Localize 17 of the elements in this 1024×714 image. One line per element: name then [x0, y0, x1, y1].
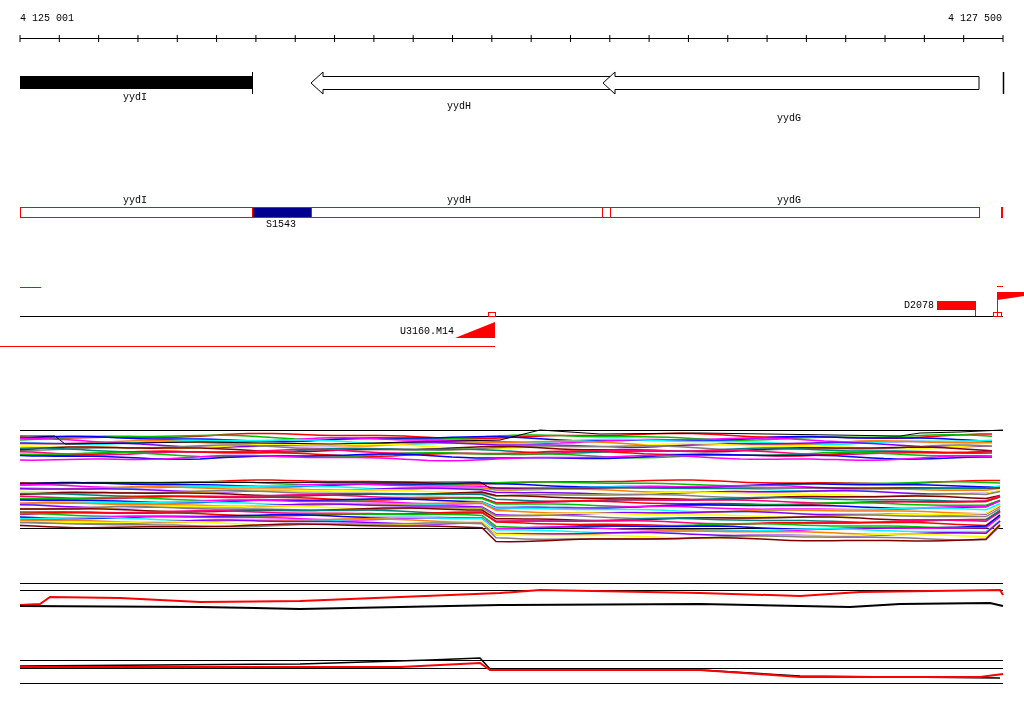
gene-label: yydH — [447, 101, 471, 113]
annotation-label: yydG — [777, 195, 801, 207]
annotation-label: S1543 — [266, 219, 296, 231]
annotation-label: yydI — [123, 195, 147, 207]
gene-end-mark — [1002, 71, 1005, 95]
annotation-label: yydH — [447, 195, 471, 207]
gene-label: yydI — [123, 92, 147, 104]
feature-bar — [937, 300, 976, 317]
gene-label: yydG — [777, 113, 801, 125]
annotation-end-mark — [1001, 207, 1003, 218]
ruler-label: 4 127 500 — [948, 13, 1002, 25]
feature-label: U3160.M14 — [400, 326, 454, 338]
feature-tick — [19, 287, 42, 288]
annotation-site — [252, 207, 312, 218]
ruler-label: 4 125 001 — [20, 13, 74, 25]
flag-icon — [993, 286, 1024, 317]
feature-label: D2078 — [904, 300, 934, 312]
